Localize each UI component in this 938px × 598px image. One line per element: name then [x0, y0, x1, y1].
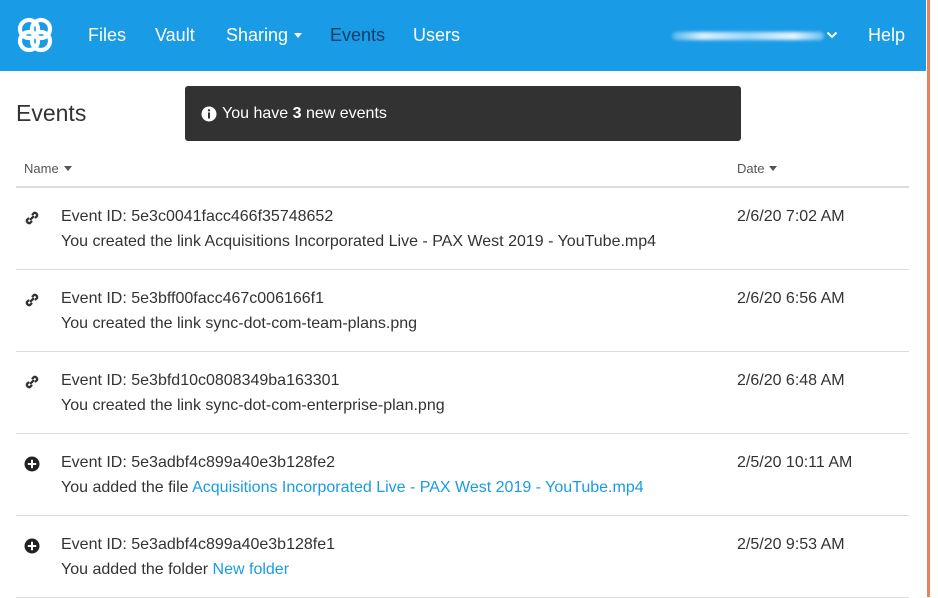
toast-count: 3: [292, 105, 302, 122]
event-description: You created the link sync-dot-com-enterp…: [61, 397, 445, 415]
file-link[interactable]: Acquisitions Incorporated Live - PAX Wes…: [192, 479, 644, 496]
sort-caret-icon: [63, 166, 72, 172]
event-action: You added the folder: [61, 561, 209, 578]
top-navbar: Files Vault Sharing Events Users Help: [0, 0, 926, 71]
event-description: You created the link sync-dot-com-team-p…: [61, 315, 417, 333]
caret-down-icon: [294, 32, 303, 38]
sort-caret-icon: [769, 166, 778, 172]
event-id: Event ID: 5e3bff00facc467c006166f1: [61, 290, 325, 307]
event-action: You created the link sync-dot-com-enterp…: [61, 397, 445, 414]
event-action: You created the link sync-dot-com-team-p…: [61, 315, 418, 332]
table-row[interactable]: Event ID: 5e3bff00facc467c006166f1 You c…: [16, 270, 909, 352]
nav-events[interactable]: Events: [330, 0, 385, 71]
sort-by-date[interactable]: Date: [737, 161, 778, 176]
link-icon: [25, 211, 39, 225]
event-description: You added the folder New folder: [61, 561, 289, 579]
event-date: 2/5/20 10:11 AM: [737, 454, 853, 471]
column-name-label: Name: [24, 161, 59, 176]
table-row[interactable]: Event ID: 5e3c0041facc466f35748652 You c…: [16, 188, 909, 270]
event-date: 2/6/20 6:56 AM: [737, 290, 845, 307]
table-header: Name Date: [16, 152, 909, 188]
link-icon: [25, 293, 39, 307]
event-id: Event ID: 5e3bfd10c0808349ba163301: [61, 372, 340, 389]
folder-link[interactable]: New folder: [213, 561, 289, 578]
event-action: You added the file: [61, 479, 189, 496]
table-row[interactable]: Event ID: 5e3adbf4c899a40e3b128fe1 You a…: [16, 516, 909, 598]
link-icon: [25, 375, 39, 389]
toast-suffix: new events: [305, 105, 387, 122]
toast-prefix: You have: [222, 105, 289, 122]
event-date: 2/6/20 6:48 AM: [737, 372, 845, 389]
events-table: Name Date Event ID: 5e3c0041facc466f3574…: [16, 152, 909, 598]
sort-by-name[interactable]: Name: [24, 161, 72, 176]
table-row[interactable]: Event ID: 5e3adbf4c899a40e3b128fe2 You a…: [16, 434, 909, 516]
nav-help[interactable]: Help: [868, 0, 905, 71]
info-circle-icon: [201, 106, 217, 122]
event-id: Event ID: 5e3c0041facc466f35748652: [61, 208, 334, 225]
page-title: Events: [16, 100, 87, 126]
event-date: 2/5/20 9:53 AM: [737, 536, 845, 553]
chevron-down-icon[interactable]: [826, 30, 838, 40]
plus-circle-icon: [24, 456, 40, 472]
user-account-name-redacted[interactable]: [672, 32, 824, 40]
event-date: 2/6/20 7:02 AM: [737, 208, 845, 225]
nav-vault[interactable]: Vault: [155, 0, 195, 71]
sync-logo-icon[interactable]: [13, 13, 57, 57]
table-row[interactable]: Event ID: 5e3bfd10c0808349ba163301 You c…: [16, 352, 909, 434]
event-description: You created the link Acquisitions Incorp…: [61, 233, 656, 251]
notification-toast[interactable]: You have 3 new events: [185, 86, 741, 141]
nav-files[interactable]: Files: [88, 0, 126, 71]
column-date-label: Date: [737, 161, 765, 176]
nav-sharing[interactable]: Sharing: [226, 0, 303, 71]
nav-sharing-label: Sharing: [226, 25, 289, 45]
event-action: You created the link Acquisitions Incorp…: [61, 233, 657, 250]
toast-message: You have 3 new events: [222, 86, 387, 141]
window-edge-accent: [927, 0, 930, 597]
nav-users[interactable]: Users: [413, 0, 460, 71]
event-description: You added the file Acquisitions Incorpor…: [61, 479, 644, 497]
event-id: Event ID: 5e3adbf4c899a40e3b128fe1: [61, 536, 336, 553]
event-id: Event ID: 5e3adbf4c899a40e3b128fe2: [61, 454, 336, 471]
plus-circle-icon: [24, 538, 40, 554]
